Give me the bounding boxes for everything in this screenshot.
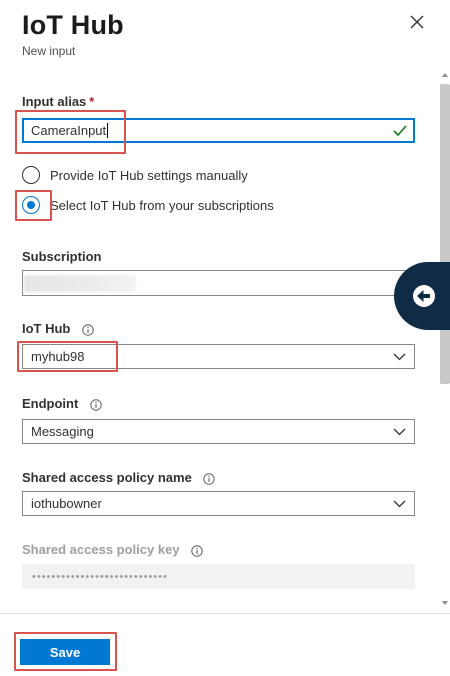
close-icon — [410, 15, 424, 29]
iot-hub-label-text: IoT Hub — [22, 321, 71, 336]
iot-hub-value: myhub98 — [31, 349, 85, 364]
radio-select-from-subscriptions[interactable]: Select IoT Hub from your subscriptions — [22, 196, 274, 214]
checkmark-icon — [393, 124, 407, 136]
input-alias-field[interactable]: CameraInput — [22, 118, 415, 143]
required-marker: * — [89, 94, 95, 109]
arrow-left-icon — [413, 285, 435, 307]
chevron-down-icon — [393, 353, 406, 360]
input-alias-value: CameraInput — [31, 123, 107, 138]
endpoint-label-text: Endpoint — [22, 396, 79, 411]
shared-access-policy-name-value: iothubowner — [31, 496, 102, 511]
subscription-label: Subscription — [22, 249, 102, 264]
text-caret — [107, 123, 109, 138]
info-icon[interactable] — [191, 544, 203, 557]
chevron-down-icon — [393, 428, 406, 435]
panel-subtitle: New input — [22, 44, 76, 58]
radio-provide-manually[interactable]: Provide IoT Hub settings manually — [22, 166, 248, 184]
radio-button-checked[interactable] — [22, 196, 40, 214]
scrollbar-thumb[interactable] — [440, 84, 450, 384]
scroll-down-arrow-icon[interactable] — [442, 601, 448, 605]
close-button[interactable] — [405, 10, 429, 34]
radio-select-from-subscriptions-label: Select IoT Hub from your subscriptions — [50, 197, 274, 213]
shared-access-policy-name-label: Shared access policy name — [22, 470, 216, 485]
shared-access-policy-key-label: Shared access policy key — [22, 542, 203, 557]
save-button[interactable]: Save — [20, 639, 110, 665]
endpoint-value: Messaging — [31, 424, 94, 439]
shared-access-policy-key-field: •••••••••••••••••••••••••••• — [22, 564, 415, 589]
radio-provide-manually-label: Provide IoT Hub settings manually — [50, 167, 248, 183]
panel-title: IoT Hub — [22, 10, 124, 40]
scroll-up-arrow-icon[interactable] — [442, 73, 448, 77]
iot-hub-label: IoT Hub — [22, 321, 94, 336]
info-icon[interactable] — [82, 323, 94, 336]
collapse-panel-button[interactable] — [394, 262, 450, 330]
iot-hub-panel: IoT Hub New input Input alias * CameraInp… — [0, 0, 450, 676]
info-icon[interactable] — [90, 398, 102, 411]
endpoint-label: Endpoint — [22, 396, 102, 411]
shared-access-policy-name-label-text: Shared access policy name — [22, 470, 192, 485]
shared-access-policy-key-label-text: Shared access policy key — [22, 542, 180, 557]
chevron-down-icon — [393, 500, 406, 507]
footer-divider — [0, 613, 450, 614]
iot-hub-dropdown[interactable]: myhub98 — [22, 344, 415, 369]
blurred-subscription-name — [24, 275, 136, 292]
info-icon[interactable] — [203, 472, 216, 485]
radio-button-unchecked[interactable] — [22, 166, 40, 184]
endpoint-dropdown[interactable]: Messaging — [22, 419, 415, 444]
input-alias-label-text: Input alias — [22, 94, 87, 109]
shared-access-policy-name-dropdown[interactable]: iothubowner — [22, 491, 415, 516]
input-alias-label: Input alias * — [22, 94, 94, 109]
